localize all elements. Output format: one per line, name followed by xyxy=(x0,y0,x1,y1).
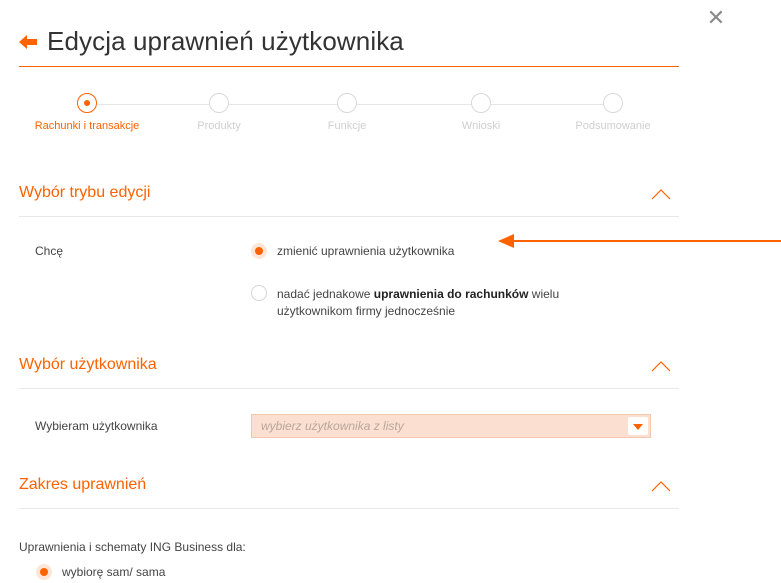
annotation-arrow-icon xyxy=(498,234,781,248)
section-title: Zakres uprawnień xyxy=(19,476,147,493)
user-select-placeholder: wybierz użytkownika z listy xyxy=(261,419,404,433)
radio-bulk-permissions-label: nadać jednakowe uprawnienia do rachunków… xyxy=(277,287,560,318)
step-3-indicator xyxy=(337,93,357,113)
chevron-up-icon[interactable] xyxy=(651,480,671,492)
step-1-label[interactable]: Rachunki i transakcje xyxy=(35,120,140,132)
user-row-label: Wybieram użytkownika xyxy=(35,419,158,433)
step-connector xyxy=(229,104,347,105)
step-connector xyxy=(491,104,603,105)
close-button[interactable]: ✕ xyxy=(706,5,726,30)
user-select[interactable]: wybierz użytkownika z listy xyxy=(251,414,651,438)
radio-change-permissions-label: zmienić uprawnienia użytkownika xyxy=(277,244,455,258)
chevron-down-icon[interactable] xyxy=(628,417,648,435)
dialog-header: Edycja uprawnień użytkownika xyxy=(19,26,679,67)
section-user-header: Wybór użytkownika xyxy=(19,344,679,389)
step-2-indicator xyxy=(209,93,229,113)
step-connector xyxy=(97,104,209,105)
section-title: Wybór trybu edycji xyxy=(19,184,151,201)
chevron-up-icon[interactable] xyxy=(651,188,671,200)
step-4-label[interactable]: Wnioski xyxy=(462,120,501,132)
step-3-label[interactable]: Funkcje xyxy=(328,120,367,132)
section-title: Wybór użytkownika xyxy=(19,356,157,373)
radio-choose-myself[interactable] xyxy=(36,564,52,580)
step-5-label[interactable]: Podsumowanie xyxy=(575,120,650,132)
radio-change-permissions[interactable] xyxy=(251,243,267,259)
step-4-indicator xyxy=(471,93,491,113)
step-connector xyxy=(357,104,479,105)
section-mode-header: Wybór trybu edycji xyxy=(19,172,679,217)
page-title: Edycja uprawnień użytkownika xyxy=(47,26,404,56)
step-1-indicator xyxy=(77,93,97,113)
chevron-up-icon[interactable] xyxy=(651,360,671,372)
progress-stepper: Rachunki i transakcje Produkty Funkcje W… xyxy=(19,92,679,142)
radio-choose-myself-label: wybiorę sam/ sama xyxy=(62,565,166,579)
back-arrow-icon[interactable] xyxy=(19,34,37,50)
radio-bulk-permissions[interactable] xyxy=(251,285,267,301)
scope-intro-text: Uprawnienia i schematy ING Business dla: xyxy=(19,540,246,554)
step-2-label[interactable]: Produkty xyxy=(197,120,240,132)
section-scope-header: Zakres uprawnień xyxy=(19,464,679,509)
mode-row-label: Chcę xyxy=(35,244,64,258)
step-5-indicator xyxy=(603,93,623,113)
close-icon: ✕ xyxy=(706,5,726,30)
